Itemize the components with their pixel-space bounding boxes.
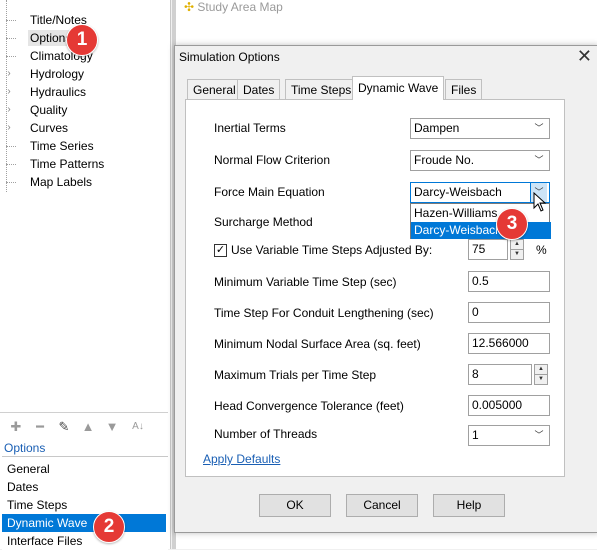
move-down-icon[interactable]: ▼ bbox=[104, 419, 120, 435]
tree-item-label: Quality bbox=[30, 103, 68, 117]
project-browser-panel: Title/Notes Options Climatology › Hydrol… bbox=[0, 0, 171, 550]
spin-down-icon[interactable]: ▼ bbox=[511, 249, 523, 259]
project-tree: Title/Notes Options Climatology › Hydrol… bbox=[0, 0, 168, 413]
force-main-select[interactable]: Darcy-Weisbach ﹀ bbox=[410, 182, 550, 203]
surcharge-method-label: Surcharge Method bbox=[214, 215, 313, 229]
edit-icon[interactable]: ✎ bbox=[56, 419, 72, 435]
dynamic-wave-page: Inertial Terms Dampen ﹀ Normal Flow Crit… bbox=[185, 99, 565, 477]
options-list-header: Options bbox=[4, 441, 46, 455]
variable-steps-checkbox[interactable]: ✓ bbox=[214, 244, 227, 257]
chevron-down-icon[interactable]: ﹀ bbox=[531, 119, 547, 138]
inertial-terms-value: Dampen bbox=[414, 121, 460, 135]
variable-steps-label: Use Variable Time Steps Adjusted By: bbox=[231, 243, 433, 257]
min-area-input[interactable]: 12.566000 bbox=[468, 333, 550, 354]
map-icon: ✣ bbox=[184, 0, 195, 14]
tree-item-label: Time Series bbox=[30, 139, 94, 153]
tree-item-label: Curves bbox=[30, 121, 69, 135]
normal-flow-value: Froude No. bbox=[414, 153, 475, 167]
add-icon[interactable]: ✚ bbox=[8, 419, 24, 435]
tree-item-label: Hydraulics bbox=[30, 85, 87, 99]
chevron-down-icon[interactable]: ﹀ bbox=[531, 426, 547, 445]
list-item-interface-files[interactable]: Interface Files bbox=[2, 532, 166, 550]
spin-up-icon[interactable]: ▲ bbox=[511, 240, 523, 249]
tab-general[interactable]: General bbox=[187, 79, 242, 99]
mouse-pointer-icon bbox=[533, 192, 547, 212]
close-icon[interactable]: ✕ bbox=[577, 46, 592, 67]
threads-label: Number of Threads bbox=[214, 427, 318, 441]
normal-flow-select[interactable]: Froude No. ﹀ bbox=[410, 150, 550, 171]
map-window-title: ✣ Study Area Map bbox=[184, 0, 283, 14]
dropdown-option-hazen-williams[interactable]: Hazen-Williams bbox=[411, 205, 551, 222]
list-item-dynamic-wave[interactable]: Dynamic Wave bbox=[2, 514, 166, 532]
percent-unit: % bbox=[536, 243, 547, 257]
inertial-terms-select[interactable]: Dampen ﹀ bbox=[410, 118, 550, 139]
spin-down-icon[interactable]: ▼ bbox=[535, 374, 547, 384]
chevron-right-icon[interactable]: › bbox=[4, 66, 14, 82]
tab-time-steps[interactable]: Time Steps bbox=[285, 79, 358, 99]
dropdown-option-darcy-weisbach[interactable]: Darcy-Weisbach bbox=[411, 222, 551, 239]
variable-steps-stepper[interactable]: ▲ ▼ bbox=[510, 239, 524, 260]
head-tolerance-label: Head Convergence Tolerance (feet) bbox=[214, 399, 404, 413]
ok-button[interactable]: OK bbox=[259, 494, 331, 517]
lengthening-input[interactable]: 0 bbox=[468, 302, 550, 323]
tab-dynamic-wave[interactable]: Dynamic Wave bbox=[352, 76, 445, 100]
list-item-general[interactable]: General bbox=[2, 460, 166, 478]
force-main-label: Force Main Equation bbox=[214, 185, 325, 199]
apply-defaults-link[interactable]: Apply Defaults bbox=[203, 452, 280, 466]
chevron-right-icon[interactable]: › bbox=[4, 102, 14, 118]
tab-files[interactable]: Files bbox=[445, 79, 483, 99]
head-tolerance-input[interactable]: 0.005000 bbox=[468, 395, 550, 416]
spin-up-icon[interactable]: ▲ bbox=[535, 365, 547, 374]
force-main-dropdown: Hazen-Williams Darcy-Weisbach bbox=[410, 203, 551, 239]
map-title-text: Study Area Map bbox=[197, 0, 283, 14]
min-step-label: Minimum Variable Time Step (sec) bbox=[214, 275, 397, 289]
threads-select[interactable]: 1 ﹀ bbox=[468, 425, 550, 446]
chevron-right-icon[interactable]: › bbox=[4, 84, 14, 100]
normal-flow-label: Normal Flow Criterion bbox=[214, 153, 331, 167]
chevron-down-icon[interactable]: ﹀ bbox=[531, 151, 547, 170]
tree-item-label: Hydrology bbox=[30, 67, 85, 81]
options-list: General Dates Time Steps Dynamic Wave In… bbox=[2, 456, 168, 550]
tab-dates[interactable]: Dates bbox=[237, 79, 281, 99]
callout-badge-1: 1 bbox=[66, 24, 98, 56]
dialog-title: Simulation Options bbox=[179, 50, 280, 64]
threads-value: 1 bbox=[472, 428, 479, 442]
tree-item-label: Map Labels bbox=[30, 175, 93, 189]
max-trials-stepper[interactable]: ▲ ▼ bbox=[534, 364, 548, 385]
browser-toolbar: ✚ ━ ✎ ▲ ▼ A↓ bbox=[4, 417, 164, 437]
cancel-button[interactable]: Cancel bbox=[346, 494, 418, 517]
inertial-terms-label: Inertial Terms bbox=[214, 121, 286, 135]
list-item-time-steps[interactable]: Time Steps bbox=[2, 496, 166, 514]
callout-badge-3: 3 bbox=[496, 208, 528, 240]
help-button[interactable]: Help bbox=[433, 494, 505, 517]
min-area-label: Minimum Nodal Surface Area (sq. feet) bbox=[214, 337, 421, 351]
force-main-value: Darcy-Weisbach bbox=[414, 185, 502, 199]
max-trials-label: Maximum Trials per Time Step bbox=[214, 368, 377, 382]
simulation-options-dialog: Simulation Options ✕ General Dates Time … bbox=[174, 45, 597, 533]
delete-icon[interactable]: ━ bbox=[32, 419, 48, 435]
sort-icon[interactable]: A↓ bbox=[130, 419, 146, 435]
callout-badge-2: 2 bbox=[93, 511, 125, 543]
move-up-icon[interactable]: ▲ bbox=[80, 419, 96, 435]
variable-steps-input[interactable]: 75 bbox=[468, 239, 508, 260]
max-trials-input[interactable]: 8 bbox=[468, 364, 532, 385]
chevron-right-icon[interactable]: › bbox=[4, 120, 14, 136]
list-item-dates[interactable]: Dates bbox=[2, 478, 166, 496]
tree-item-label: Time Patterns bbox=[30, 157, 105, 171]
lengthening-label: Time Step For Conduit Lengthening (sec) bbox=[214, 306, 434, 320]
min-step-input[interactable]: 0.5 bbox=[468, 271, 550, 292]
